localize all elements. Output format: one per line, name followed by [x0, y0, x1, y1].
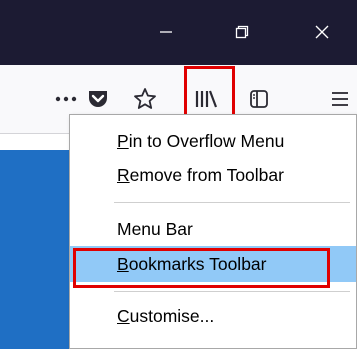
- close-button[interactable]: [299, 10, 345, 54]
- menu-item-bookmarks-toolbar[interactable]: Bookmarks Toolbar: [70, 246, 356, 282]
- menu-item-label: ustomise...: [129, 305, 215, 326]
- menu-item-customise[interactable]: Customise...: [70, 298, 356, 334]
- pocket-button[interactable]: [78, 79, 118, 119]
- title-bar: [0, 0, 357, 65]
- firefox-window: Pin to Overflow Menu Remove from Toolbar…: [0, 0, 357, 349]
- library-icon: [195, 90, 218, 108]
- sidebar-button[interactable]: [239, 79, 279, 119]
- restore-button[interactable]: [219, 10, 265, 54]
- star-icon: [134, 88, 156, 109]
- hamburger-menu-icon: [332, 92, 348, 106]
- pocket-icon: [89, 91, 107, 107]
- more-icon: [55, 96, 77, 102]
- menu-item-accel: C: [117, 305, 130, 326]
- menu-item-label: Menu Bar: [117, 218, 193, 239]
- menu-item-accel: P: [117, 130, 129, 151]
- menu-item-accel: B: [117, 253, 129, 274]
- menu-item-accel: R: [117, 164, 130, 185]
- library-button[interactable]: [186, 81, 226, 117]
- restore-icon: [235, 25, 249, 39]
- page-content-accent: [0, 134, 72, 349]
- menu-item-menu-bar[interactable]: Menu Bar: [70, 211, 356, 247]
- menu-item-label: ookmarks Toolbar: [128, 253, 267, 274]
- menu-item-label: in to Overflow Menu: [128, 130, 285, 151]
- menu-separator: [114, 291, 350, 292]
- menu-item-pin-to-overflow[interactable]: Pin to Overflow Menu: [70, 123, 356, 159]
- minimize-icon: [160, 31, 172, 33]
- bookmark-star-button[interactable]: [125, 79, 165, 119]
- close-icon: [315, 25, 329, 39]
- toolbar-context-menu: Pin to Overflow Menu Remove from Toolbar…: [69, 114, 357, 349]
- minimize-button[interactable]: [143, 10, 189, 54]
- sidebar-icon: [250, 90, 268, 108]
- menu-item-remove-from-toolbar[interactable]: Remove from Toolbar: [70, 157, 356, 193]
- menu-separator: [114, 202, 350, 203]
- open-menu-button[interactable]: [320, 79, 357, 119]
- menu-item-label: emove from Toolbar: [129, 164, 284, 185]
